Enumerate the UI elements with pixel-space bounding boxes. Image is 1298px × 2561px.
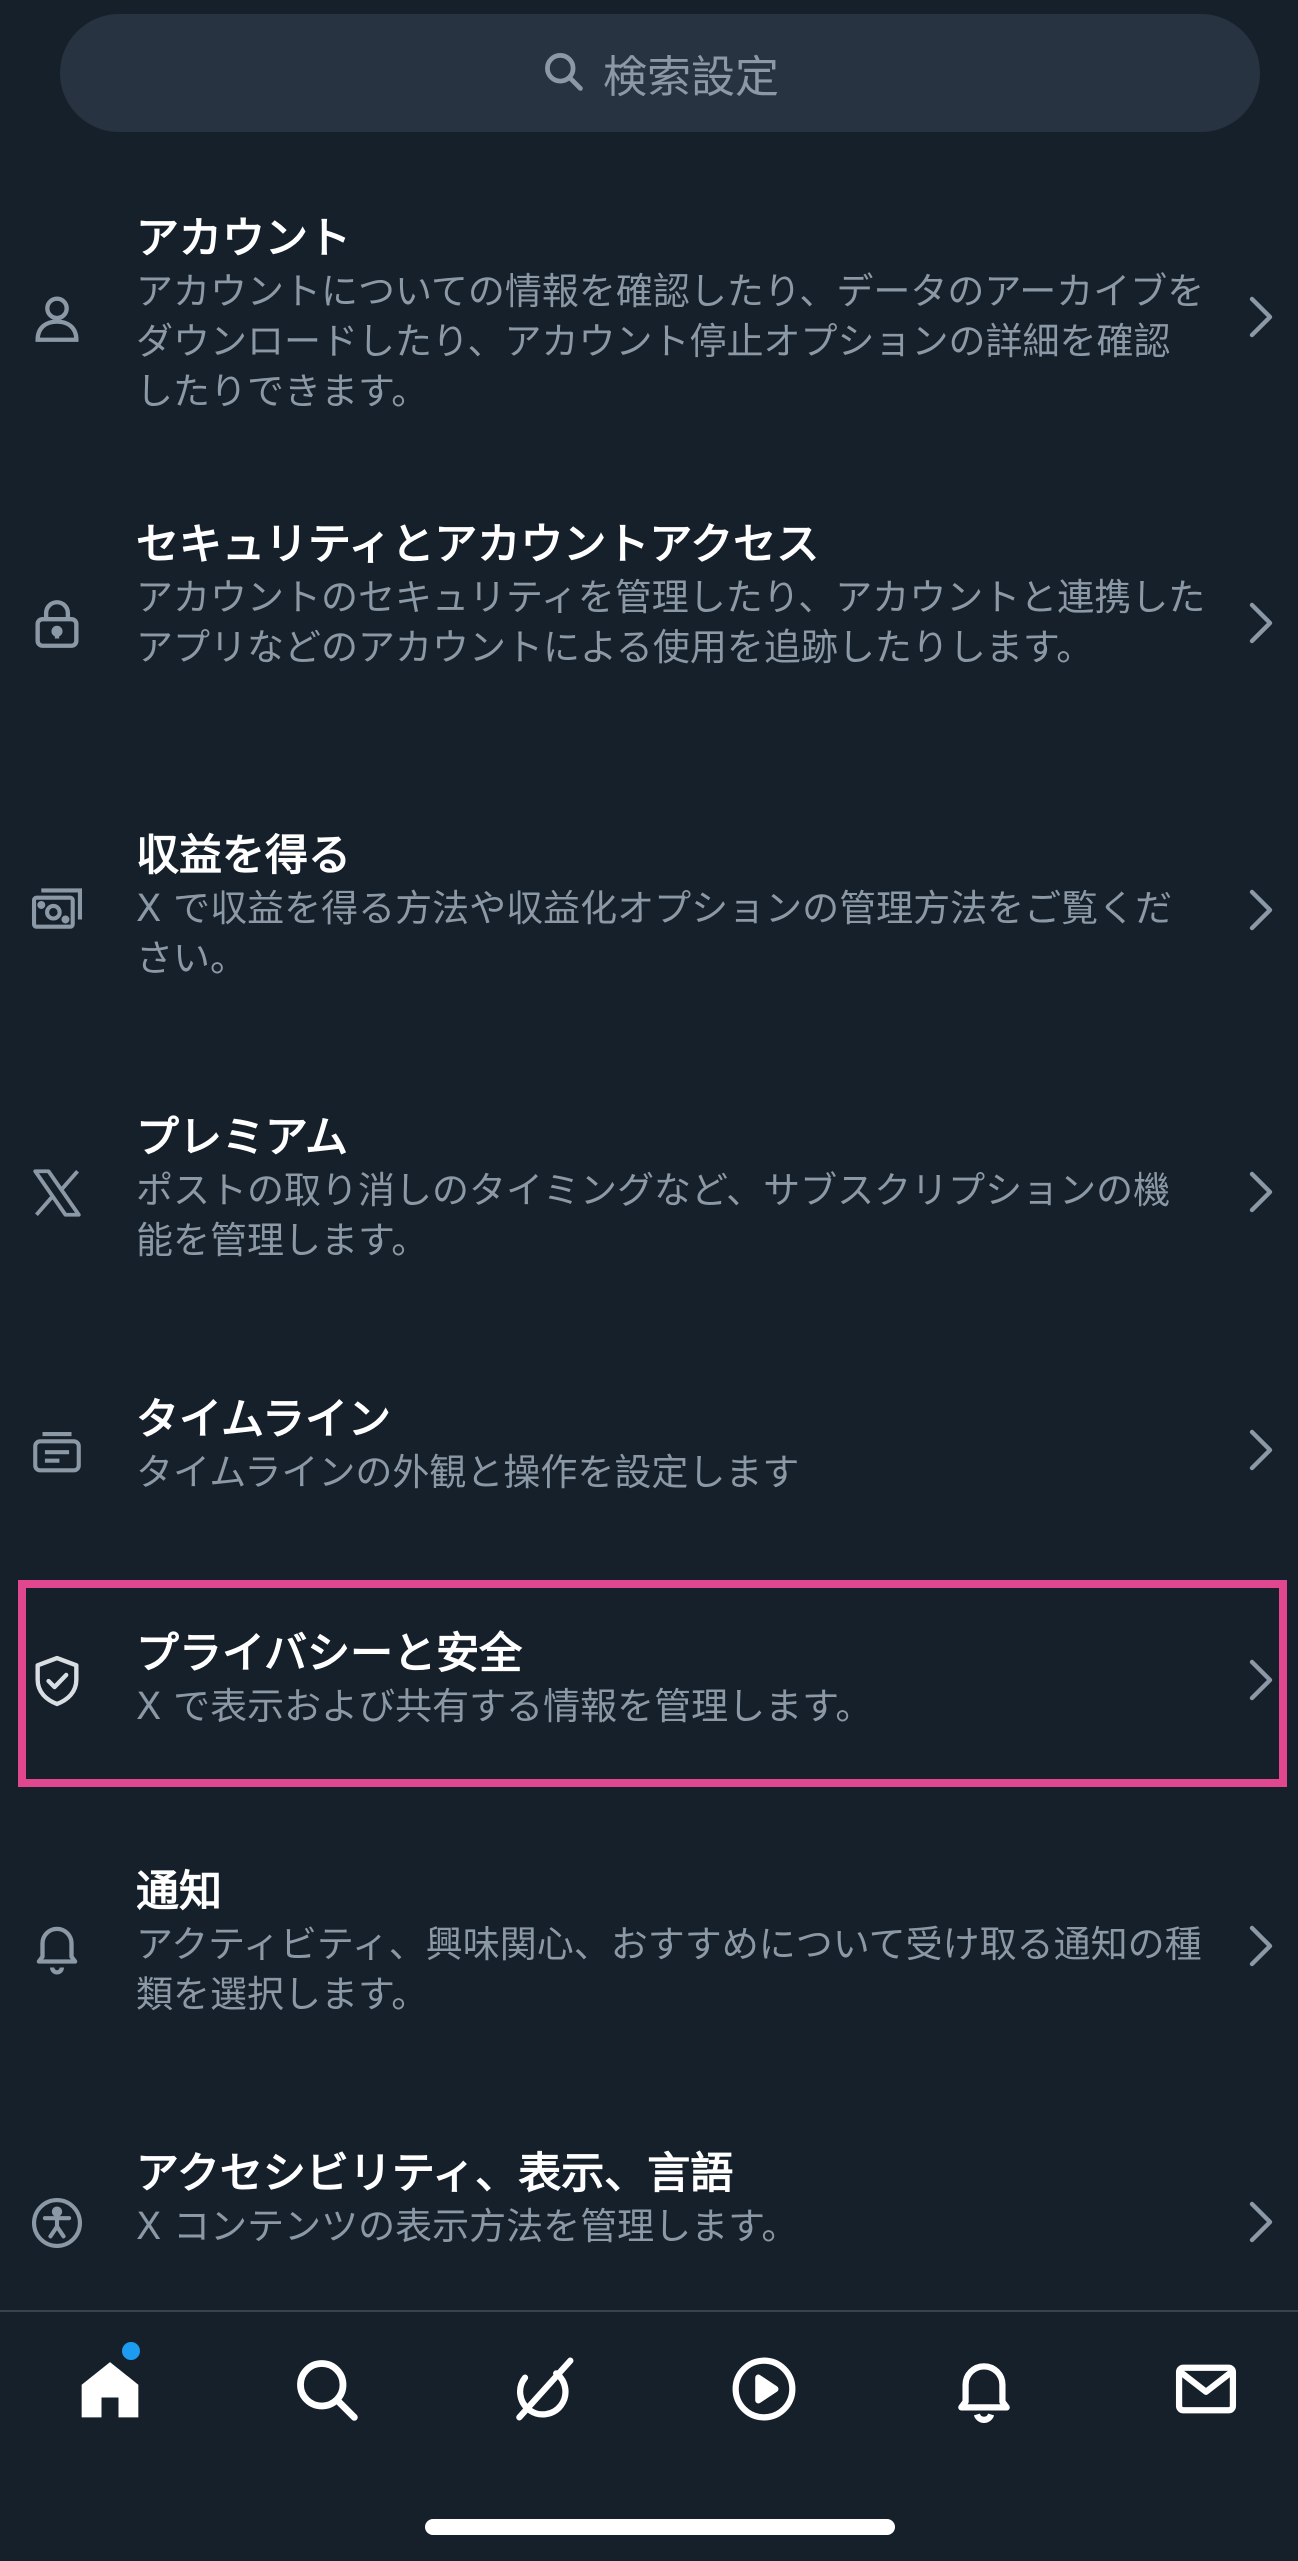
notifications-bell-icon[interactable]: [950, 2355, 1018, 2423]
settings-item-title: アカウント: [136, 214, 351, 264]
settings-item-description: アカウントについての情報を確認したり、データのアーカイブをダウンロードしたり、ア…: [136, 270, 1205, 413]
highlight-frame: [18, 1580, 1287, 1787]
settings-item-title: タイムライン: [136, 1395, 391, 1445]
chevron-right-icon: [1240, 886, 1280, 934]
settings-item-description: アカウントのセキュリティを管理したり、アカウントと連携したアプリなどのアカウント…: [136, 576, 1206, 669]
settings-item-title: セキュリティとアカウントアクセス: [136, 520, 820, 570]
timeline-icon: [28, 1422, 86, 1480]
lock-icon: [28, 595, 86, 653]
settings-item-text: タイムライン タイムラインの外観と操作を設定します: [136, 1392, 1206, 1498]
settings-item-description: X コンテンツの表示方法を管理します。: [136, 2205, 799, 2248]
settings-item-accessibility[interactable]: アクセシビリティ、表示、言語 X コンテンツの表示方法を管理します。: [0, 2140, 1298, 2270]
home-icon[interactable]: [76, 2355, 144, 2423]
settings-item-description: タイムラインの外観と操作を設定します: [136, 1451, 800, 1494]
settings-item-text: 収益を得る X で収益を得る方法や収益化オプションの管理方法をご覧ください。: [136, 828, 1206, 984]
settings-item-premium[interactable]: プレミアム ポストの取り消しのタイミングなど、サブスクリプションの機能を管理しま…: [0, 1104, 1298, 1284]
settings-screen: 検索設定 アカウント アカウントについての情報を確認したり、データのアーカイブを…: [0, 0, 1298, 2561]
settings-item-title: 収益を得る: [136, 831, 351, 881]
settings-item-title: アクセシビリティ、表示、言語: [136, 2149, 734, 2199]
settings-item-timeline[interactable]: タイムライン タイムラインの外観と操作を設定します: [0, 1386, 1298, 1516]
settings-item-security[interactable]: セキュリティとアカウントアクセス アカウントのセキュリティを管理したり、アカウン…: [0, 511, 1298, 741]
chevron-right-icon: [1240, 2198, 1280, 2246]
chevron-right-icon: [1240, 1922, 1280, 1970]
money-icon: [28, 882, 86, 940]
settings-item-description: ポストの取り消しのタイミングなど、サブスクリプションの機能を管理します。: [136, 1169, 1171, 1262]
home-indicator: [425, 2519, 895, 2535]
search-icon: [541, 49, 585, 97]
settings-item-description: アクティビティ、興味関心、おすすめについて受け取る通知の種類を選択します。: [136, 1923, 1202, 2016]
settings-item-text: アクセシビリティ、表示、言語 X コンテンツの表示方法を管理します。: [136, 2146, 1206, 2252]
settings-item-description: X で収益を得る方法や収益化オプションの管理方法をご覧ください。: [136, 887, 1173, 980]
settings-item-title: 通知: [136, 1867, 222, 1917]
chevron-right-icon: [1240, 1168, 1280, 1216]
settings-item-title: プレミアム: [136, 1113, 348, 1163]
settings-item-account[interactable]: アカウント アカウントについての情報を確認したり、データのアーカイブをダウンロー…: [0, 205, 1298, 435]
person-icon: [28, 289, 86, 347]
grok-icon[interactable]: [508, 2355, 576, 2423]
x-logo-icon: [28, 1164, 86, 1222]
settings-item-monetization[interactable]: 収益を得る X で収益を得る方法や収益化オプションの管理方法をご覧ください。: [0, 822, 1298, 1002]
accessibility-icon: [28, 2194, 86, 2252]
settings-item-text: プレミアム ポストの取り消しのタイミングなど、サブスクリプションの機能を管理しま…: [136, 1110, 1206, 1266]
search-icon[interactable]: [292, 2355, 360, 2423]
mail-icon[interactable]: [1172, 2355, 1240, 2423]
video-icon[interactable]: [730, 2355, 798, 2423]
chevron-right-icon: [1240, 599, 1280, 647]
settings-item-text: セキュリティとアカウントアクセス アカウントのセキュリティを管理したり、アカウン…: [136, 517, 1206, 673]
search-bar-wrapper: 検索設定: [60, 14, 1260, 132]
settings-item-text: 通知 アクティビティ、興味関心、おすすめについて受け取る通知の種類を選択します。: [136, 1864, 1206, 2020]
settings-item-text: アカウント アカウントについての情報を確認したり、データのアーカイブをダウンロー…: [136, 211, 1206, 417]
search-placeholder: 検索設定: [603, 52, 779, 103]
home-notification-dot: [122, 2342, 140, 2360]
chevron-right-icon: [1240, 1426, 1280, 1474]
search-settings-input[interactable]: 検索設定: [60, 14, 1260, 132]
bell-icon: [28, 1918, 86, 1976]
settings-item-notifications[interactable]: 通知 アクティビティ、興味関心、おすすめについて受け取る通知の種類を選択します。: [0, 1858, 1298, 2038]
chevron-right-icon: [1240, 293, 1280, 341]
